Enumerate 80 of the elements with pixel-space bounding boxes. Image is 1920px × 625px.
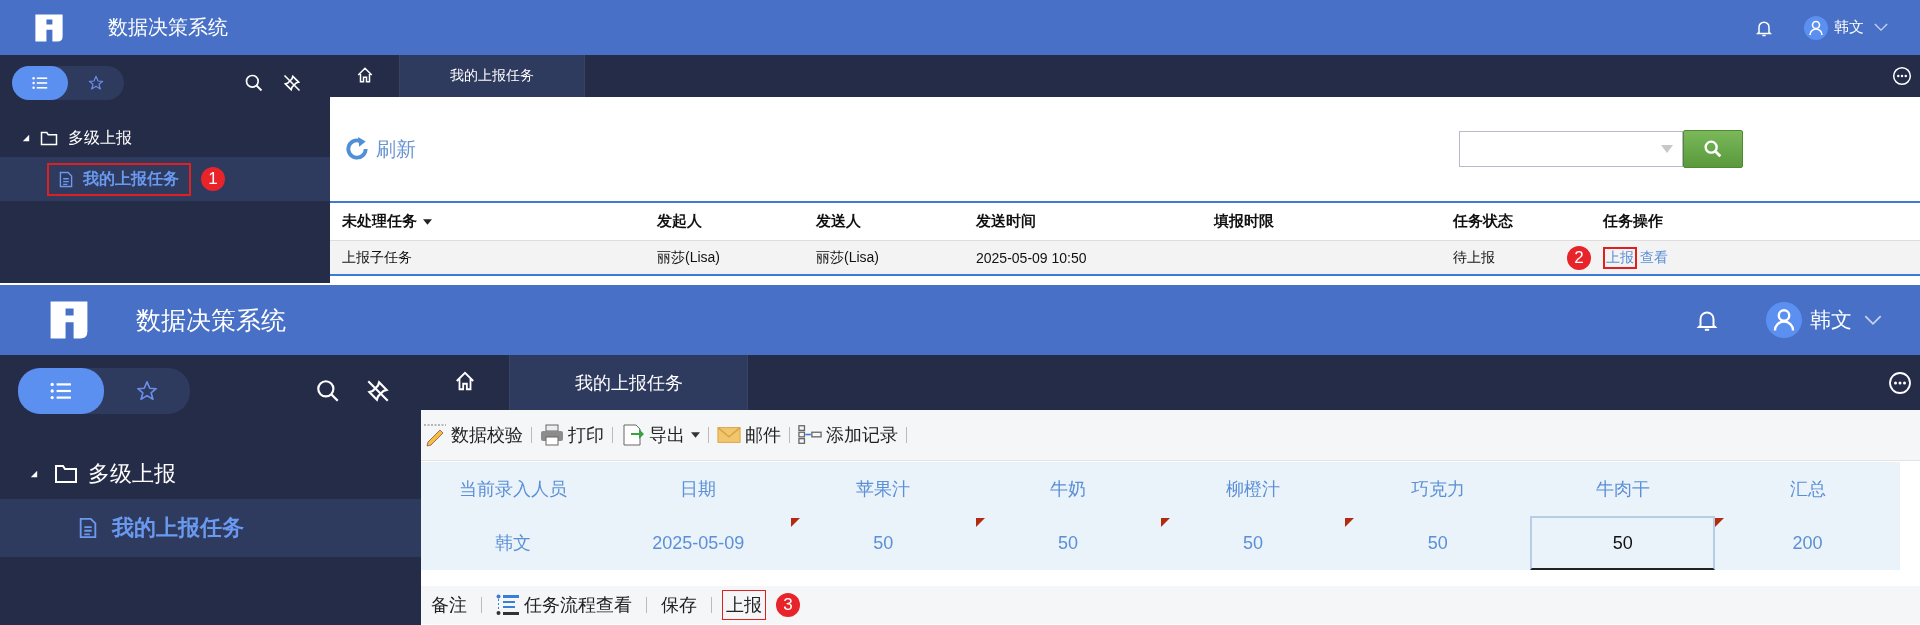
list-mode-button[interactable] [18,368,104,414]
table-cell: 2025-05-09 10:50 [976,249,1087,266]
sidebar-item-background[interactable]: 我的上报任务 [0,499,421,557]
table-cell: 丽莎(Lisa) [657,248,720,267]
sidebar-item-background[interactable]: 我的上报任务 1 [0,157,330,201]
page-tab[interactable]: 我的上报任务 [510,355,748,410]
form-header: 牛肉干 [1594,478,1651,501]
app-title: 数据决策系统 [136,304,286,336]
column-header: 任务状态 [1453,212,1514,231]
action-button[interactable]: 保存 [657,590,701,620]
step-marker: 2 [1567,245,1591,270]
home-icon [454,370,476,392]
star-icon [136,380,158,402]
form-header: 柳橙汁 [1224,478,1281,501]
form-header: 巧克力 [1409,478,1466,501]
list-icon [50,380,72,402]
document-icon [78,517,98,539]
sidebar-item-label: 我的上报任务 [112,514,244,542]
column-header: 任务操作 [1603,212,1664,231]
folder-icon [54,464,78,484]
folder-item[interactable]: 多级上报 [68,127,132,149]
unpin-icon[interactable] [282,73,302,93]
search-icon[interactable] [315,378,341,404]
avatar-icon[interactable] [1766,302,1802,338]
step-marker: 3 [776,593,800,617]
unpin-icon[interactable] [365,378,391,404]
page-tab[interactable]: 我的上报任务 [400,55,585,97]
pencil-icon [423,423,447,447]
avatar-icon[interactable] [1804,15,1828,40]
chevron-icon[interactable] [1874,23,1888,32]
document-icon [59,170,73,188]
search-field[interactable] [1459,131,1683,167]
action-button[interactable]: 上报 [722,590,766,620]
column-header: 发送人 [816,212,862,231]
user-name[interactable]: 韩文 [1834,18,1864,37]
action-button[interactable]: 备注 [427,590,471,620]
form-cell[interactable]: 50 [1530,516,1716,570]
folder-item[interactable]: 多级上报 [88,459,176,489]
app-title: 数据决策系统 [108,15,228,40]
search-icon [1702,138,1724,160]
step-marker: 1 [201,167,225,191]
printer-icon [540,423,564,447]
more-icon[interactable] [1892,66,1912,86]
column-header: 发起人 [657,212,703,231]
sort-caret-icon[interactable] [423,218,432,225]
refresh-icon [344,136,370,162]
toolbar-button[interactable]: 数据校验 [423,423,523,447]
more-icon[interactable] [1888,370,1912,395]
expanded-arrow-icon[interactable] [30,470,38,478]
toolbar-button[interactable]: 邮件 [717,423,781,447]
folder-icon [40,130,58,146]
caret-icon [691,432,700,438]
chevron-icon[interactable] [1864,314,1882,326]
expanded-arrow-icon[interactable] [22,134,30,142]
action-button[interactable]: 任务流程查看 [492,590,636,620]
table-cell: 上报子任务 [342,248,412,267]
form-header: 当前录入人员 [458,478,569,501]
list-icon [32,75,48,91]
form-header: 苹果汁 [855,478,912,501]
column-header[interactable]: 未处理任务 [342,212,657,231]
form-header: 牛奶 [1049,478,1088,501]
search-button[interactable] [1683,130,1743,168]
table-cell: 待上报 [1453,248,1495,267]
search-icon[interactable] [244,73,264,93]
form-header: 汇总 [1788,478,1827,501]
star-icon [88,75,104,91]
flow-list-icon [496,594,520,616]
column-header: 填报时限 [1214,212,1275,231]
home-icon [355,65,374,84]
sidebar-item-label: 我的上报任务 [83,168,179,189]
form-header: 日期 [679,478,718,501]
toolbar-button[interactable]: 打印 [540,423,604,447]
add-record-icon [798,423,822,447]
toolbar-button[interactable]: 导出 [621,423,700,447]
column-header: 发送时间 [976,212,1037,231]
list-mode-button[interactable] [12,66,68,100]
user-name[interactable]: 韩文 [1810,306,1852,334]
table-cell: 丽莎(Lisa) [816,248,879,267]
toolbar-button[interactable]: 添加记录 [798,423,898,447]
export-icon [621,423,645,447]
